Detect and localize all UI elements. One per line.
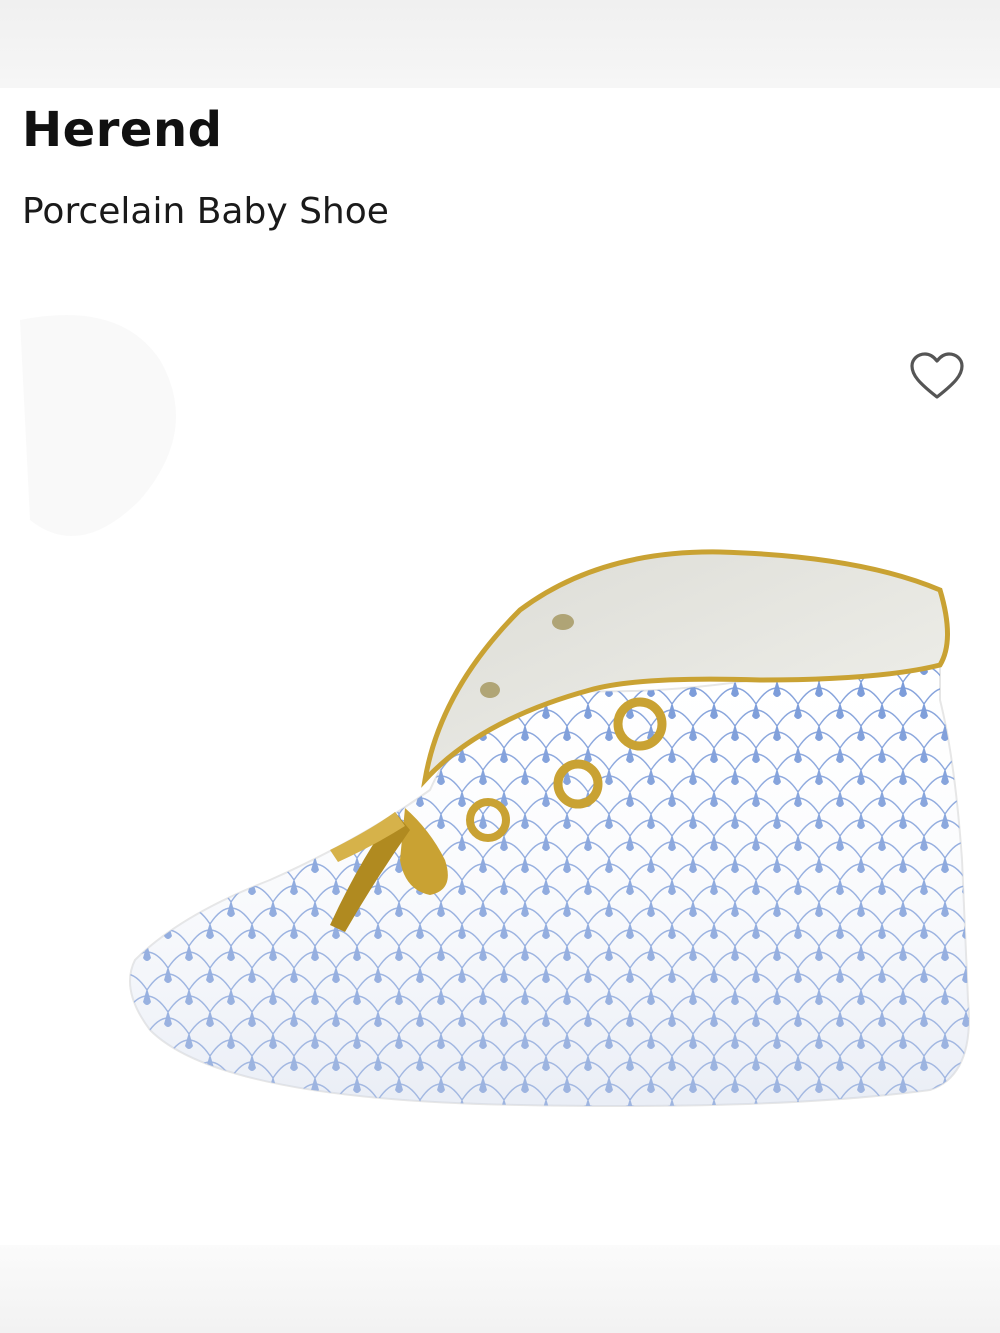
product-title: Porcelain Baby Shoe [22, 191, 389, 232]
heart-outline-icon [910, 352, 964, 399]
top-bar [0, 0, 1000, 88]
favorite-button[interactable] [904, 346, 970, 406]
shoe-illustration [129, 549, 970, 1107]
brand-name[interactable]: Herend [22, 100, 222, 160]
background-decor [20, 315, 176, 536]
product-image[interactable] [0, 250, 1000, 1250]
bottom-bar [0, 1245, 1000, 1333]
